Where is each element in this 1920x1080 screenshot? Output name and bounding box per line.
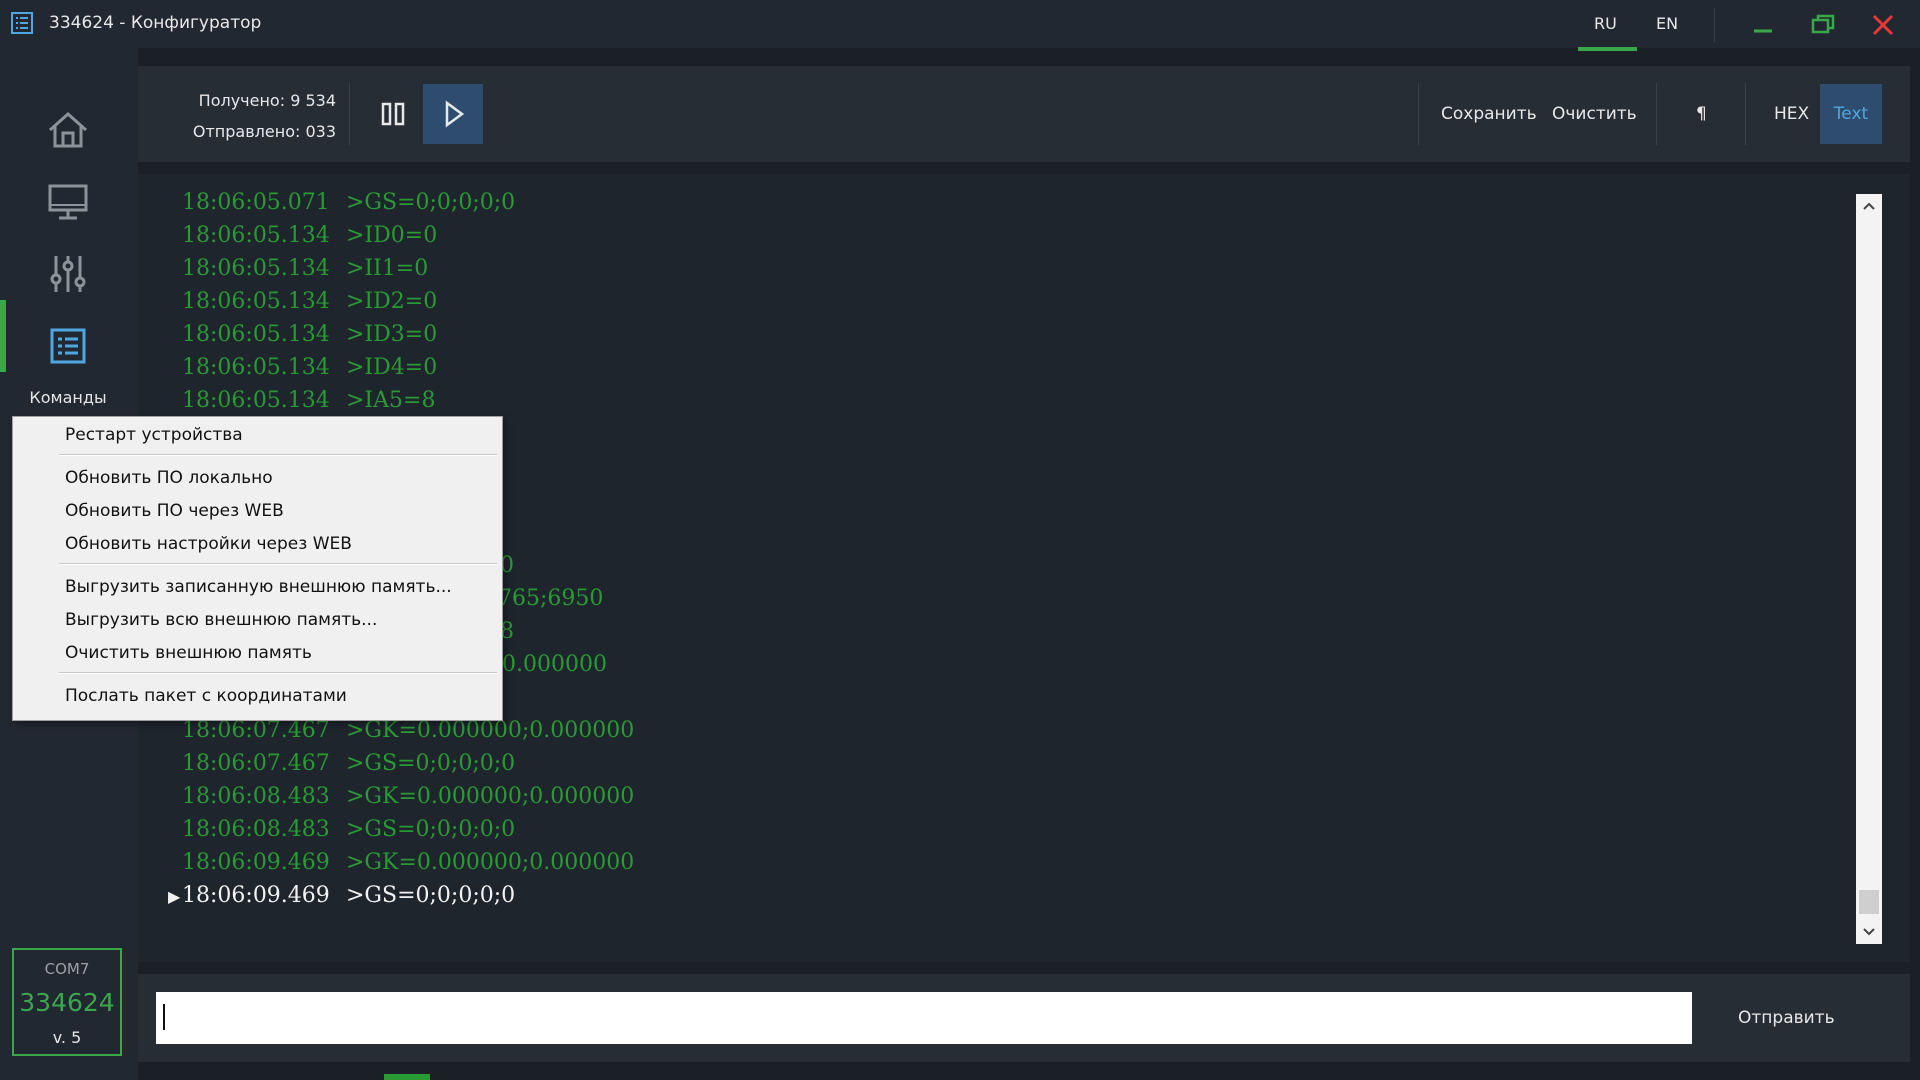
menu-item[interactable]: Выгрузить всю внешнюю память...	[13, 604, 502, 636]
toolbar-divider	[349, 83, 350, 145]
menu-item-label: Рестарт устройства	[65, 425, 243, 445]
menu-item-label: Обновить ПО локально	[65, 468, 273, 488]
log-message: >ID3=0	[346, 322, 438, 347]
scroll-thumb[interactable]	[1859, 890, 1879, 914]
language-en-button[interactable]: EN	[1656, 14, 1678, 33]
log-timestamp: 18:06:05.134	[182, 355, 330, 380]
text-mode-button[interactable]: Text	[1820, 84, 1882, 144]
toolbar-divider	[1418, 83, 1419, 145]
menu-item[interactable]: Обновить настройки через WEB	[13, 528, 502, 560]
line-break-toggle[interactable]: ¶	[1696, 66, 1707, 162]
menu-item-label: Послать пакет с координатами	[65, 686, 347, 706]
log-timestamp: 18:06:05.134	[182, 322, 330, 347]
sent-counter: Отправлено: 033	[192, 122, 336, 141]
log-timestamp: 18:06:07.467	[182, 751, 330, 776]
log-message: >ID4=0	[346, 355, 438, 380]
sidebar-item-settings[interactable]	[40, 246, 96, 302]
log-timestamp: 18:06:05.134	[182, 223, 330, 248]
toolbar-divider	[1656, 83, 1657, 145]
menu-item-label: Обновить ПО через WEB	[65, 501, 284, 521]
title-bar: 334624 - Конфигуратор RU EN	[0, 0, 1920, 51]
app-icon	[11, 12, 33, 34]
menu-item[interactable]: Послать пакет с координатами	[13, 680, 502, 712]
log-timestamp: 18:06:05.134	[182, 289, 330, 314]
sliders-icon	[50, 256, 86, 292]
menu-item-label: Выгрузить записанную внешнюю память...	[65, 577, 452, 597]
log-message: >GK=0.000000;0.000000	[346, 718, 635, 743]
menu-item-label: Выгрузить всю внешнюю память...	[65, 610, 378, 630]
minimize-icon[interactable]	[1748, 10, 1778, 40]
device-port: COM7	[44, 960, 90, 978]
menu-separator	[59, 563, 497, 565]
log-message: 0.000000	[502, 652, 607, 677]
menu-separator	[59, 454, 497, 456]
log-toolbar: Получено: 9 534 Отправлено: 033 Сохранит…	[138, 66, 1910, 162]
current-row-marker-icon: ▶	[168, 887, 181, 906]
sidebar-item-commands[interactable]	[40, 318, 96, 374]
menu-item-label: Обновить настройки через WEB	[65, 534, 352, 554]
menu-item[interactable]: Обновить ПО через WEB	[13, 495, 502, 527]
log-timestamp: 18:06:05.071	[182, 190, 330, 215]
toolbar-divider	[1745, 83, 1746, 145]
close-icon[interactable]	[1868, 10, 1898, 40]
log-message: >GK=0.000000;0.000000	[346, 784, 635, 809]
command-input[interactable]	[156, 992, 1692, 1044]
menu-separator	[59, 672, 497, 674]
log-message: >GS=0;0;0;0;0	[346, 817, 516, 842]
received-counter: Получено: 9 534	[198, 91, 336, 110]
scroll-up-icon[interactable]	[1856, 194, 1882, 218]
active-language-indicator	[1578, 47, 1637, 51]
log-timestamp: 18:06:09.469	[182, 883, 330, 908]
monitor-icon	[48, 184, 88, 220]
log-message: 765;6950	[498, 586, 604, 611]
window-title: 334624 - Конфигуратор	[49, 13, 262, 33]
active-nav-indicator	[0, 300, 6, 372]
commands-context-menu: Рестарт устройства Обновить ПО локально Об…	[12, 416, 503, 721]
sidebar-item-commands-label: Команды	[29, 388, 107, 407]
restore-icon[interactable]	[1808, 10, 1838, 40]
hex-mode-button[interactable]: HEX	[1774, 66, 1809, 162]
log-timestamp: 18:06:05.134	[182, 388, 330, 413]
menu-item[interactable]: Выгрузить записанную внешнюю память...	[13, 571, 502, 603]
log-timestamp: 18:06:07.467	[182, 718, 330, 743]
home-icon	[49, 111, 87, 148]
log-message: >ID2=0	[346, 289, 438, 314]
log-timestamp: 18:06:05.134	[182, 256, 330, 281]
menu-item-label: Очистить внешнюю память	[65, 643, 312, 663]
clear-button[interactable]: Очистить	[1552, 66, 1637, 162]
menu-item[interactable]: Очистить внешнюю память	[13, 637, 502, 669]
menu-item[interactable]: Обновить ПО локально	[13, 462, 502, 494]
log-message: >GS=0;0;0;0;0	[346, 883, 516, 908]
pause-icon[interactable]	[364, 84, 424, 144]
log-timestamp: 18:06:09.469	[182, 850, 330, 875]
play-icon	[445, 100, 465, 128]
log-message: >IA5=8	[346, 388, 436, 413]
device-version: v. 5	[52, 1028, 82, 1047]
status-indicator	[384, 1074, 430, 1080]
menu-item[interactable]: Рестарт устройства	[13, 419, 502, 451]
send-button[interactable]: Отправить	[1738, 974, 1835, 1062]
titlebar-divider	[1714, 8, 1715, 42]
text-caret	[163, 1004, 165, 1030]
commands-icon	[50, 328, 86, 364]
log-scrollbar[interactable]	[1856, 194, 1882, 944]
log-message: >GK=0.000000;0.000000	[346, 850, 635, 875]
language-ru-button[interactable]: RU	[1594, 14, 1617, 33]
log-message: >GS=0;0;0;0;0	[346, 190, 516, 215]
log-message: >II1=0	[346, 256, 429, 281]
sidebar-item-monitor[interactable]	[40, 174, 96, 230]
play-button[interactable]	[423, 84, 483, 144]
log-timestamp: 18:06:08.483	[182, 817, 330, 842]
scroll-down-icon[interactable]	[1856, 920, 1882, 944]
save-button[interactable]: Сохранить	[1441, 66, 1537, 162]
device-id: 334624	[19, 988, 115, 1017]
log-message: >ID0=0	[346, 223, 438, 248]
log-timestamp: 18:06:08.483	[182, 784, 330, 809]
command-input-bar: Отправить	[138, 974, 1910, 1062]
sidebar-item-home[interactable]	[40, 102, 96, 158]
device-info[interactable]: COM7 334624 v. 5	[12, 948, 122, 1056]
log-message: >GS=0;0;0;0;0	[346, 751, 516, 776]
